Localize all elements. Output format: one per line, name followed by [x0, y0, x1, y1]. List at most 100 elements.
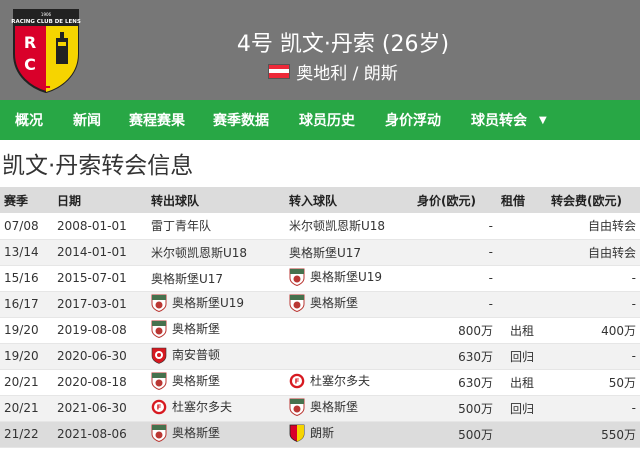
- table-row[interactable]: 20/21 2021-06-30 F 杜塞尔多夫 奥格斯堡 500万 回归 -: [0, 395, 640, 422]
- col-header-from: 转出球队: [147, 187, 285, 213]
- cell-loan: [497, 421, 547, 448]
- cell-from-team: 奥格斯堡: [147, 421, 285, 448]
- augsburg-logo-icon: [289, 398, 305, 416]
- table-row[interactable]: 07/08 2008-01-01 雷丁青年队 米尔顿凯恩斯U18 - 自由转会: [0, 213, 640, 240]
- crest-text: RACING CLUB DE LENS: [11, 19, 81, 25]
- team-link[interactable]: 奥格斯堡: [151, 424, 220, 442]
- table-row[interactable]: 15/16 2015-07-01 奥格斯堡U17 奥格斯堡U19 - -: [0, 265, 640, 292]
- fortuna-logo-icon: F: [151, 399, 167, 415]
- player-nation: 奥地利 / 朗斯: [0, 54, 640, 84]
- cell-value: 500万: [413, 395, 497, 422]
- cell-date: 2017-03-01: [53, 291, 147, 318]
- col-header-date: 日期: [53, 187, 147, 213]
- main-nav: 概况 新闻 赛程赛果 赛季数据 球员历史 身价浮动 球员转会 ▼: [0, 100, 640, 140]
- cell-fee: -: [547, 343, 640, 370]
- nav-item-market-value[interactable]: 身价浮动: [385, 110, 441, 130]
- table-row[interactable]: 16/17 2017-03-01 奥格斯堡U19 奥格斯堡 - -: [0, 291, 640, 318]
- cell-from-team: 南安普顿: [147, 343, 285, 370]
- team-link[interactable]: F 杜塞尔多夫: [151, 398, 232, 415]
- augsburg-logo-icon: [151, 294, 167, 312]
- cell-to-team: 朗斯: [285, 421, 413, 448]
- team-link[interactable]: 奥格斯堡: [151, 320, 220, 338]
- cell-loan: [497, 291, 547, 318]
- cell-value: 630万: [413, 343, 497, 370]
- cell-date: 2020-06-30: [53, 343, 147, 370]
- cell-fee: 400万: [547, 317, 640, 344]
- cell-value: 800万: [413, 317, 497, 344]
- cell-season: 20/21: [0, 369, 53, 396]
- team-name: 米尔顿凯恩斯U18: [151, 245, 248, 260]
- cell-value: -: [413, 291, 497, 318]
- cell-season: 15/16: [0, 265, 53, 292]
- cell-date: 2019-08-08: [53, 317, 147, 344]
- cell-loan: 出租: [497, 369, 547, 396]
- cell-date: 2021-08-06: [53, 421, 147, 448]
- col-header-fee: 转会费(欧元): [547, 187, 640, 213]
- team-name: 米尔顿凯恩斯U18: [289, 219, 386, 234]
- augsburg-logo-icon: [151, 424, 167, 442]
- col-header-loan: 租借: [497, 187, 547, 213]
- nation-club-text: 奥地利 / 朗斯: [296, 63, 398, 84]
- team-link[interactable]: F 杜塞尔多夫: [289, 372, 370, 389]
- cell-from-team: 奥格斯堡: [147, 369, 285, 396]
- cell-season: 20/21: [0, 395, 53, 422]
- cell-to-team: 奥格斯堡: [285, 395, 413, 422]
- austria-flag-icon: [268, 63, 291, 79]
- team-link[interactable]: 南安普顿: [151, 346, 220, 364]
- table-row[interactable]: 20/21 2020-08-18 奥格斯堡 F 杜塞尔多夫 630万 出租 50万: [0, 369, 640, 396]
- cell-date: 2021-06-30: [53, 395, 147, 422]
- chevron-down-icon[interactable]: ▼: [539, 115, 547, 126]
- team-link[interactable]: 奥格斯堡U19: [151, 294, 244, 312]
- team-name: 雷丁青年队: [151, 219, 212, 234]
- cell-fee: 自由转会: [547, 239, 640, 266]
- nav-item-season-stats[interactable]: 赛季数据: [213, 110, 269, 130]
- team-link[interactable]: 朗斯: [289, 424, 334, 442]
- team-link[interactable]: 奥格斯堡: [289, 398, 358, 416]
- cell-loan: [497, 239, 547, 266]
- team-link[interactable]: 奥格斯堡U19: [289, 268, 382, 286]
- team-name: 杜塞尔多夫: [172, 400, 233, 415]
- team-link[interactable]: 米尔顿凯恩斯U18: [289, 217, 385, 234]
- southampton-logo-icon: [151, 347, 167, 364]
- team-link[interactable]: 雷丁青年队: [151, 217, 211, 234]
- cell-date: 2008-01-01: [53, 213, 147, 240]
- cell-value: -: [413, 265, 497, 292]
- team-name: 奥格斯堡U19: [172, 296, 245, 310]
- lens-logo-icon: [289, 424, 305, 442]
- table-row[interactable]: 21/22 2021-08-06 奥格斯堡 朗斯 500万 550万: [0, 421, 640, 448]
- team-name: 奥格斯堡U17: [151, 271, 224, 286]
- cell-loan: 回归: [497, 395, 547, 422]
- nav-item-news[interactable]: 新闻: [73, 110, 101, 130]
- table-row[interactable]: 13/14 2014-01-01 米尔顿凯恩斯U18 奥格斯堡U17 - 自由转会: [0, 239, 640, 266]
- team-name: 奥格斯堡: [172, 426, 221, 440]
- cell-fee: 50万: [547, 369, 640, 396]
- team-link[interactable]: 奥格斯堡: [289, 294, 358, 312]
- player-header: 1906 RACING CLUB DE LENS R C L 4号 凯文·丹索 …: [0, 0, 640, 100]
- cell-from-team: 奥格斯堡U19: [147, 291, 285, 318]
- cell-to-team: 米尔顿凯恩斯U18: [285, 213, 413, 240]
- cell-to-team: F 杜塞尔多夫: [285, 369, 413, 396]
- nav-item-fixtures[interactable]: 赛程赛果: [129, 110, 185, 130]
- transfer-table: 赛季 日期 转出球队 转入球队 身价(欧元) 租借 转会费(欧元) 07/08 2…: [0, 187, 640, 448]
- cell-to-team: 奥格斯堡: [285, 291, 413, 318]
- team-name: 奥格斯堡U17: [289, 245, 362, 260]
- team-link[interactable]: 奥格斯堡: [151, 372, 220, 390]
- table-row[interactable]: 19/20 2020-06-30 南安普顿 630万 回归 -: [0, 343, 640, 370]
- cell-from-team: 雷丁青年队: [147, 213, 285, 240]
- team-name: 奥格斯堡: [310, 400, 359, 414]
- table-row[interactable]: 19/20 2019-08-08 奥格斯堡 800万 出租 400万: [0, 317, 640, 344]
- team-name: 杜塞尔多夫: [310, 374, 371, 389]
- team-link[interactable]: 米尔顿凯恩斯U18: [151, 244, 247, 261]
- nav-item-player-history[interactable]: 球员历史: [299, 110, 355, 130]
- cell-season: 19/20: [0, 343, 53, 370]
- cell-loan: 出租: [497, 317, 547, 344]
- team-link[interactable]: 奥格斯堡U17: [289, 244, 361, 261]
- nav-item-overview[interactable]: 概况: [15, 110, 43, 130]
- cell-from-team: 米尔顿凯恩斯U18: [147, 239, 285, 266]
- cell-loan: 回归: [497, 343, 547, 370]
- cell-value: -: [413, 239, 497, 266]
- nav-item-transfers[interactable]: 球员转会: [471, 110, 527, 130]
- svg-text:F: F: [295, 377, 300, 385]
- team-link[interactable]: 奥格斯堡U17: [151, 270, 223, 287]
- team-name: 朗斯: [310, 426, 335, 440]
